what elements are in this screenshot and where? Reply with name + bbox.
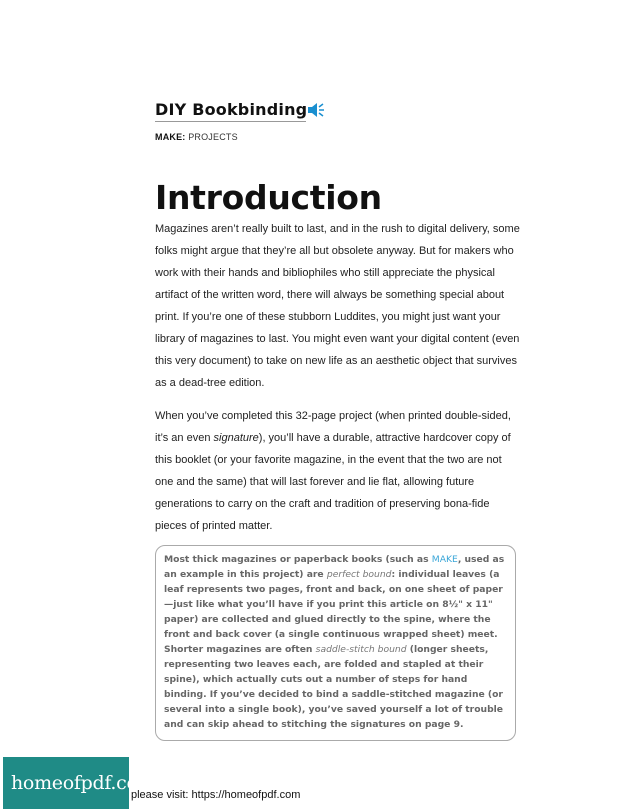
intro-paragraph-2: When you’ve completed this 32-page proje…	[155, 405, 520, 537]
title-underline	[155, 121, 306, 122]
p2-emphasis: signature	[213, 432, 259, 444]
page-title: Introduction	[155, 178, 382, 217]
p2-text-b: ), you’ll have a durable, attractive har…	[155, 432, 511, 532]
callout-text-1: Most thick magazines or paperback books …	[164, 554, 432, 565]
document-title: DIY Bookbinding	[155, 100, 308, 119]
section-name: PROJECTS	[188, 132, 238, 142]
section-label: MAKE: PROJECTS	[155, 132, 238, 142]
callout-box: Most thick magazines or paperback books …	[155, 545, 516, 741]
callout-text-3: : individual leaves (a leaf represents t…	[164, 569, 503, 655]
watermark-logo-box[interactable]: homeofpdf.com	[3, 757, 156, 809]
perfect-bound-term: perfect bound	[326, 569, 392, 580]
saddle-stitch-term: saddle-stitch bound	[315, 644, 407, 655]
callout-text: Most thick magazines or paperback books …	[164, 552, 507, 732]
make-link[interactable]: MAKE	[432, 554, 458, 565]
intro-paragraph-1: Magazines aren’t really built to last, a…	[155, 223, 520, 389]
callout-text-4: (longer sheets, representing two leaves …	[164, 644, 504, 730]
speaker-icon[interactable]	[306, 101, 326, 119]
watermark-text[interactable]: please visit: https://homeofpdf.com	[131, 789, 300, 801]
section-brand: MAKE:	[155, 132, 186, 142]
